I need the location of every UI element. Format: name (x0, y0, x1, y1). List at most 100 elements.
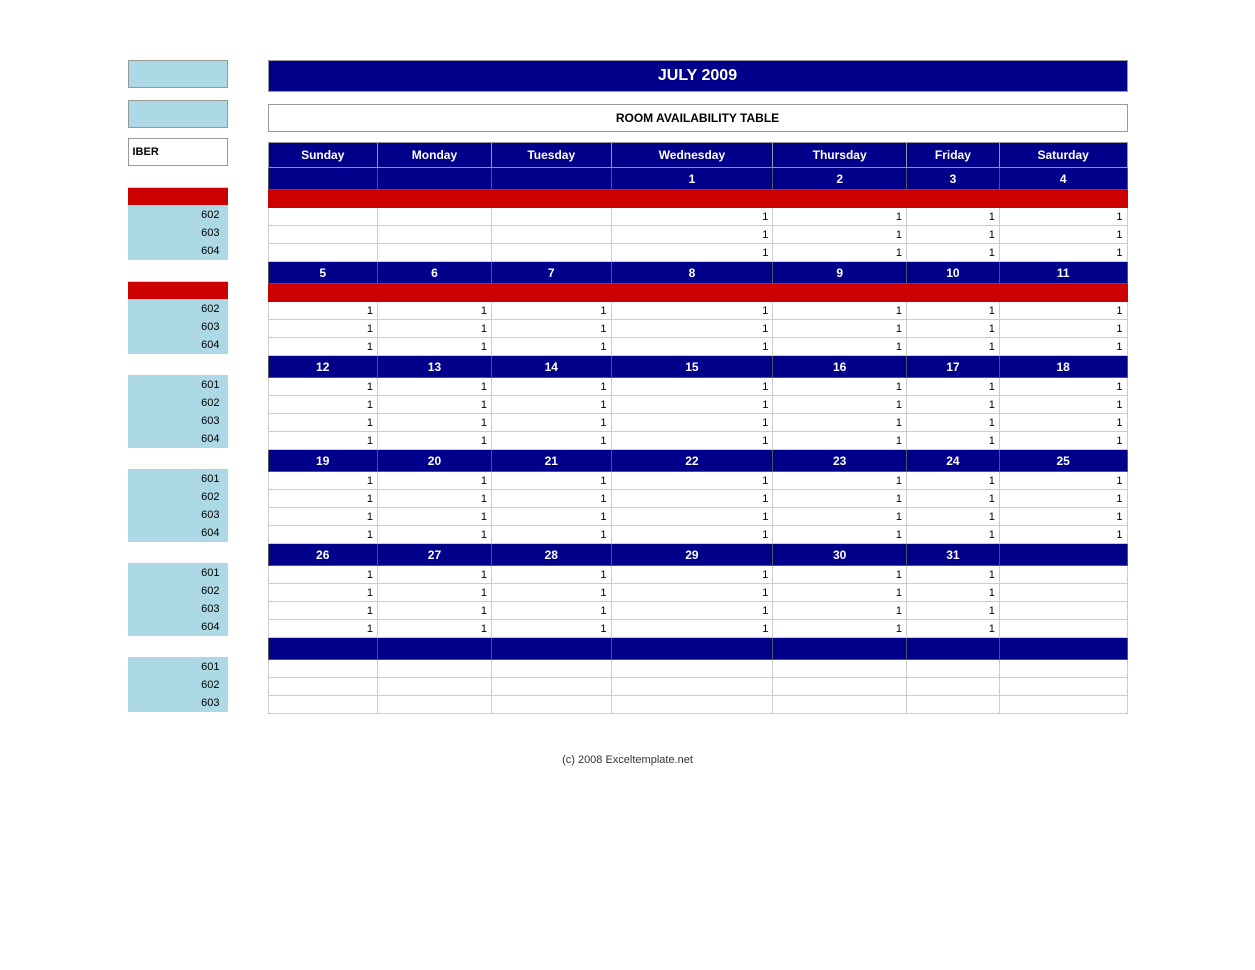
room-label (128, 188, 228, 206)
availability-cell: 1 (611, 244, 773, 262)
week-date-cell (377, 638, 491, 660)
availability-cell: 1 (268, 566, 377, 584)
availability-cell: 1 (377, 584, 491, 602)
availability-cell (268, 244, 377, 262)
footer-text: (c) 2008 Exceltemplate.net (562, 754, 693, 766)
room-data-row: 1111 (268, 226, 1127, 244)
availability-cell (268, 284, 377, 302)
availability-cell: 1 (377, 566, 491, 584)
availability-cell (999, 584, 1127, 602)
availability-cell: 1 (491, 566, 611, 584)
week-date-cell: 22 (611, 450, 773, 472)
availability-cell: 1 (268, 620, 377, 638)
availability-cell: 1 (268, 378, 377, 396)
availability-cell: 1 (268, 602, 377, 620)
availability-cell: 1 (377, 602, 491, 620)
room-label: 601 (128, 470, 228, 488)
room-label: 603 (128, 506, 228, 524)
week-date-cell: 16 (773, 356, 907, 378)
week-date-cell: 4 (999, 168, 1127, 190)
availability-cell (377, 208, 491, 226)
week-row: 12131415161718 (268, 356, 1127, 378)
availability-cell (377, 660, 491, 678)
room-label: 604 (128, 242, 228, 260)
availability-cell (999, 190, 1127, 208)
room-data-row: 111111 (268, 602, 1127, 620)
availability-cell (491, 696, 611, 714)
availability-cell: 1 (906, 226, 999, 244)
availability-cell: 1 (906, 620, 999, 638)
footer: (c) 2008 Exceltemplate.net (562, 754, 693, 766)
week-date-cell: 6 (377, 262, 491, 284)
top-blue-box (128, 60, 228, 88)
room-data-row: 1111111 (268, 432, 1127, 450)
room-label: 603 (128, 600, 228, 618)
availability-cell: 1 (268, 584, 377, 602)
availability-cell: 1 (611, 208, 773, 226)
availability-cell: 1 (377, 508, 491, 526)
room-data-row (268, 660, 1127, 678)
room-label: 604 (128, 430, 228, 448)
availability-cell: 1 (999, 526, 1127, 544)
availability-cell: 1 (906, 414, 999, 432)
availability-cell (906, 660, 999, 678)
availability-cell (268, 696, 377, 714)
week-date-cell: 26 (268, 544, 377, 566)
room-label: 602 (128, 582, 228, 600)
availability-cell (491, 226, 611, 244)
week-row: 1234 (268, 168, 1127, 190)
availability-cell: 1 (268, 472, 377, 490)
availability-cell (999, 566, 1127, 584)
room-label: 603 (128, 694, 228, 712)
room-data-row (268, 678, 1127, 696)
availability-cell (773, 660, 907, 678)
availability-cell: 1 (268, 432, 377, 450)
availability-cell: 1 (491, 338, 611, 356)
availability-cell: 1 (906, 490, 999, 508)
day-header: Tuesday (491, 143, 611, 168)
availability-cell (377, 226, 491, 244)
availability-cell: 1 (999, 508, 1127, 526)
availability-cell (491, 660, 611, 678)
availability-cell: 1 (377, 472, 491, 490)
availability-cell: 1 (268, 396, 377, 414)
week-date-cell: 15 (611, 356, 773, 378)
availability-cell (999, 620, 1127, 638)
availability-cell: 1 (773, 584, 907, 602)
availability-cell (268, 660, 377, 678)
availability-cell: 1 (999, 226, 1127, 244)
availability-cell (611, 696, 773, 714)
availability-cell: 1 (491, 584, 611, 602)
availability-cell (491, 678, 611, 696)
day-header: Wednesday (611, 143, 773, 168)
availability-cell (377, 244, 491, 262)
week-date-cell (906, 638, 999, 660)
room-label: 601 (128, 564, 228, 582)
availability-cell: 1 (377, 338, 491, 356)
availability-cell (906, 696, 999, 714)
room-label: 603 (128, 318, 228, 336)
subtitle-text: ROOM AVAILABILITY TABLE (616, 111, 779, 125)
room-label: 603 (128, 224, 228, 242)
room-data-row: 1111111 (268, 302, 1127, 320)
availability-cell: 1 (906, 584, 999, 602)
availability-cell: 1 (906, 396, 999, 414)
availability-cell: 1 (491, 396, 611, 414)
week-date-cell: 18 (999, 356, 1127, 378)
week-date-cell: 21 (491, 450, 611, 472)
availability-cell: 1 (906, 472, 999, 490)
room-label: 602 (128, 488, 228, 506)
week-row (268, 638, 1127, 660)
week-date-cell: 10 (906, 262, 999, 284)
availability-cell: 1 (611, 378, 773, 396)
availability-cell: 1 (773, 208, 907, 226)
room-data-row: 1111111 (268, 378, 1127, 396)
week-date-cell: 11 (999, 262, 1127, 284)
page-wrapper: IBER 602603604 6026036046016026036046016… (128, 60, 1128, 714)
room-data-row: 1111111 (268, 338, 1127, 356)
availability-cell: 1 (611, 472, 773, 490)
room-data-row: 1111111 (268, 320, 1127, 338)
room-data-row: 1111111 (268, 396, 1127, 414)
availability-cell: 1 (377, 490, 491, 508)
availability-cell: 1 (773, 526, 907, 544)
